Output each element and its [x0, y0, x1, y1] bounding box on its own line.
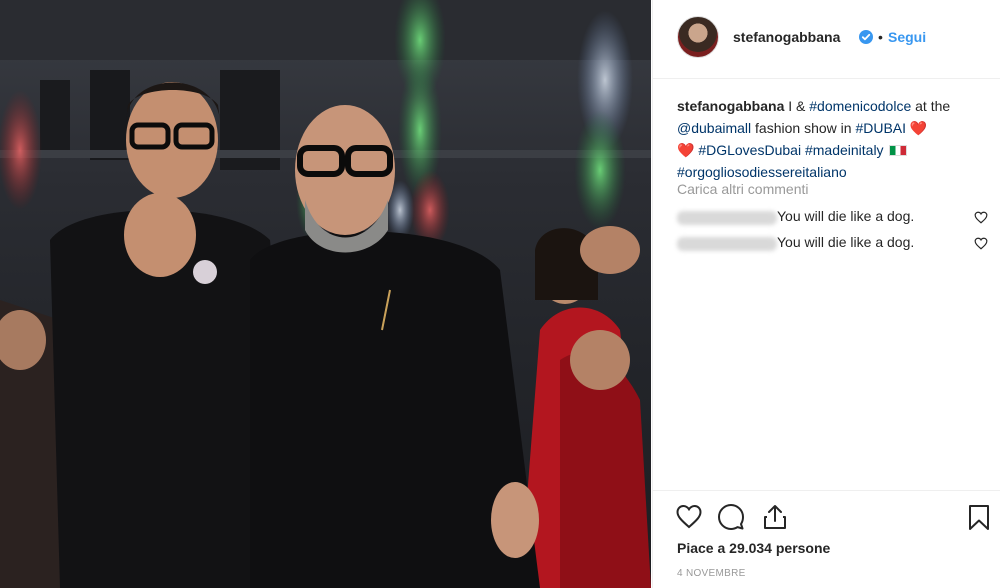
- bookmark-icon[interactable]: [965, 503, 993, 531]
- post-actions: Piace a 29.034 persone 4 NOVEMBRE: [653, 490, 1000, 588]
- header-username[interactable]: stefanogabbana: [733, 29, 840, 45]
- caption-hashtag[interactable]: #madeinitaly: [805, 142, 884, 158]
- post-caption: stefanogabbana I & #domenicodolce at the…: [677, 95, 993, 183]
- comment-text: You will die like a dog.: [777, 208, 915, 224]
- verified-badge-icon: [859, 30, 873, 44]
- italian-flag-icon: [889, 145, 908, 156]
- comment-like-icon[interactable]: [974, 211, 988, 224]
- post-header: stefanogabbana • Segui: [653, 0, 1000, 79]
- post-sidebar: stefanogabbana • Segui stefanogabbana I …: [652, 0, 1000, 588]
- photo-illustration: [0, 0, 651, 588]
- caption-username[interactable]: stefanogabbana: [677, 98, 784, 114]
- likes-count[interactable]: Piace a 29.034 persone: [677, 540, 830, 556]
- comment-text: You will die like a dog.: [777, 234, 915, 250]
- caption-hashtag[interactable]: #domenicodolce: [809, 98, 911, 114]
- heart-emoji: ❤️: [906, 120, 928, 136]
- caption-text: I &: [784, 98, 810, 114]
- caption-hashtag[interactable]: #orgogliosodiessereitaliano: [677, 164, 847, 180]
- caption-hashtag[interactable]: #DGLovesDubai: [698, 142, 801, 158]
- share-icon[interactable]: [761, 503, 789, 531]
- heart-emoji: ❤️: [677, 142, 699, 158]
- caption-hashtag[interactable]: #DUBAI: [855, 120, 906, 136]
- caption-text: fashion show in: [751, 120, 856, 136]
- post-photo[interactable]: [0, 0, 651, 588]
- header-separator: •: [878, 29, 883, 45]
- caption-mention[interactable]: @dubaimall: [677, 120, 751, 136]
- post-date: 4 NOVEMBRE: [677, 568, 746, 579]
- caption-text: at the: [911, 98, 951, 114]
- heart-icon[interactable]: [675, 503, 703, 531]
- comment-item: You will die like a dog.: [677, 234, 993, 256]
- blurred-username: [677, 211, 777, 225]
- comment-icon[interactable]: [717, 503, 745, 531]
- load-more-comments[interactable]: Carica altri commenti: [677, 181, 808, 197]
- avatar[interactable]: [677, 16, 719, 58]
- blurred-username: [677, 237, 777, 251]
- comment-like-icon[interactable]: [974, 237, 988, 250]
- follow-button[interactable]: Segui: [888, 29, 926, 45]
- comment-item: You will die like a dog.: [677, 208, 993, 230]
